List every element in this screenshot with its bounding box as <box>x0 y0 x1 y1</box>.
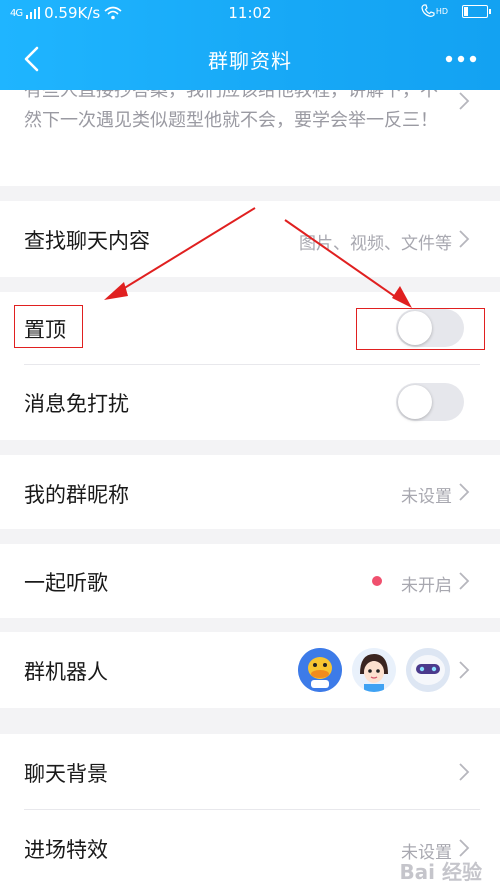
mute-label: 消息免打扰 <box>24 392 129 416</box>
group-robot-row[interactable]: 群机器人 <box>0 632 500 708</box>
announcement-section[interactable]: 有些人直接抄答案，我们应该给他教程，讲解下，不然下一次遇见类似题型他就不会，要学… <box>0 90 500 186</box>
chevron-right-icon <box>459 763 470 781</box>
hd-badge: HD <box>435 6 448 16</box>
more-dots-icon[interactable] <box>444 50 478 68</box>
group-nickname-row[interactable]: 我的群昵称 未设置 <box>0 455 500 529</box>
chevron-right-icon <box>459 230 470 248</box>
chevron-right-icon <box>459 661 470 679</box>
entrance-effect-label: 进场特效 <box>24 838 108 862</box>
app-header: 4G 0.59K/s 11:02 HD 群聊资料 <box>0 0 500 90</box>
chevron-right-icon <box>459 483 470 501</box>
chevron-right-icon <box>459 92 470 110</box>
annotation-box-pin-label <box>14 305 83 348</box>
status-bar: 4G 0.59K/s 11:02 HD <box>0 0 500 26</box>
title-bar: 群聊资料 <box>0 36 500 82</box>
girl-robot-avatar <box>352 648 396 692</box>
mute-toggle[interactable] <box>396 383 464 421</box>
group-robot-label: 群机器人 <box>24 660 108 684</box>
status-right: HD <box>421 4 491 18</box>
find-chat-label: 查找聊天内容 <box>24 229 150 253</box>
find-chat-section: 查找聊天内容 图片、视频、文件等 <box>0 201 500 277</box>
find-chat-row[interactable]: 查找聊天内容 图片、视频、文件等 <box>0 201 500 277</box>
listen-together-value: 未开启 <box>401 576 452 596</box>
announcement-text: 有些人直接抄答案，我们应该给他教程，讲解下，不然下一次遇见类似题型他就不会，要学… <box>24 90 438 131</box>
robot-section: 群机器人 <box>0 632 500 708</box>
status-dot <box>372 576 382 586</box>
group-nickname-label: 我的群昵称 <box>24 483 129 507</box>
battery-icon <box>462 4 491 18</box>
duck-robot-avatar <box>298 648 342 692</box>
annotation-box-pin-toggle <box>356 308 485 350</box>
nickname-section: 我的群昵称 未设置 <box>0 455 500 529</box>
chat-background-row[interactable]: 聊天背景 <box>0 734 500 809</box>
chevron-right-icon <box>459 572 470 590</box>
find-chat-hint: 图片、视频、文件等 <box>299 234 452 254</box>
page-title: 群聊资料 <box>208 49 292 73</box>
toggle-knob <box>398 385 432 419</box>
hd-call-icon: HD <box>421 4 448 18</box>
mute-row: 消息免打扰 <box>0 365 500 440</box>
chat-background-label: 聊天背景 <box>24 762 108 786</box>
watermark: Bai 经验 <box>399 860 482 884</box>
listen-together-label: 一起听歌 <box>24 571 108 595</box>
listen-together-row[interactable]: 一起听歌 未开启 <box>0 544 500 618</box>
listen-section: 一起听歌 未开启 <box>0 544 500 618</box>
white-robot-avatar <box>406 648 450 692</box>
group-nickname-value: 未设置 <box>401 487 452 507</box>
